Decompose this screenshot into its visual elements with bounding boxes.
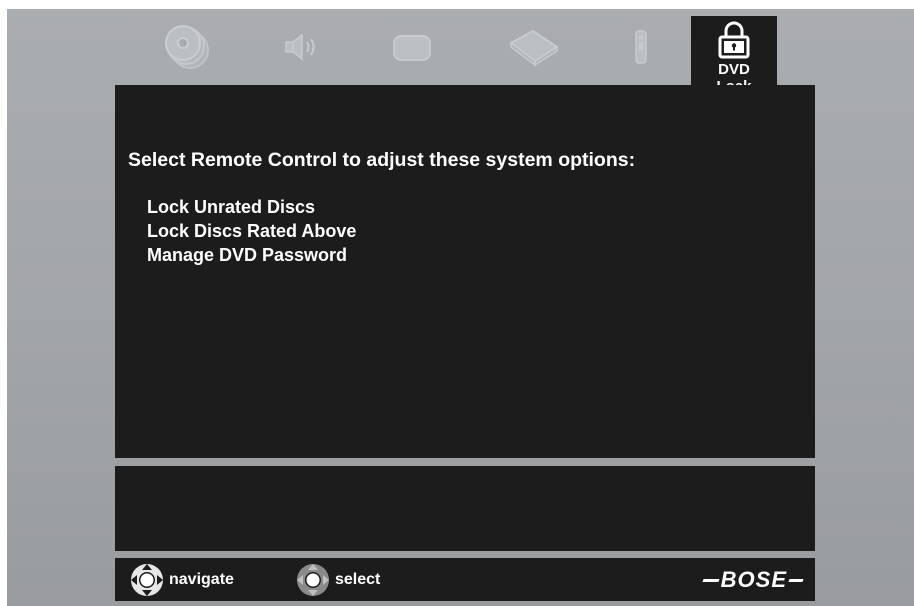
- tab-speaker[interactable]: [272, 17, 332, 77]
- logo-bar-right: [788, 578, 804, 582]
- tab-disc[interactable]: [157, 17, 217, 77]
- console-icon: [509, 29, 559, 67]
- navigate-hint: navigate: [129, 563, 234, 597]
- screen: DVD Lock Select Remote Control to adjust…: [7, 9, 914, 606]
- option-lock-unrated-discs[interactable]: Lock Unrated Discs: [147, 195, 356, 219]
- dpad-select-icon: [297, 564, 329, 596]
- tab-console[interactable]: [504, 17, 564, 77]
- speaker-icon: [285, 33, 315, 61]
- disc-icon: [165, 25, 209, 69]
- tab-dvd-lock[interactable]: DVD Lock: [691, 16, 777, 95]
- option-manage-dvd-password[interactable]: Manage DVD Password: [147, 243, 356, 267]
- page-title: Select Remote Control to adjust these sy…: [128, 149, 636, 171]
- select-hint: select: [295, 563, 380, 597]
- tab-remote[interactable]: [611, 17, 671, 77]
- footer-bar: navigate select BOSE: [115, 558, 815, 601]
- select-label: select: [335, 571, 381, 588]
- options-list: Lock Unrated Discs Lock Discs Rated Abov…: [147, 195, 356, 267]
- remote-icon: [635, 30, 647, 64]
- dpad-navigate-icon: [131, 564, 163, 596]
- lock-icon: [718, 21, 750, 59]
- option-lock-discs-rated-above[interactable]: Lock Discs Rated Above: [147, 219, 356, 243]
- logo-bar-left: [702, 578, 720, 582]
- brand-name: BOSE: [720, 567, 787, 592]
- main-panel: Select Remote Control to adjust these sy…: [115, 85, 815, 458]
- tv-icon: [393, 35, 431, 61]
- bose-logo: BOSE: [702, 567, 804, 593]
- tab-tv[interactable]: [382, 17, 442, 77]
- navigate-label: navigate: [169, 571, 234, 588]
- info-panel: [115, 466, 815, 551]
